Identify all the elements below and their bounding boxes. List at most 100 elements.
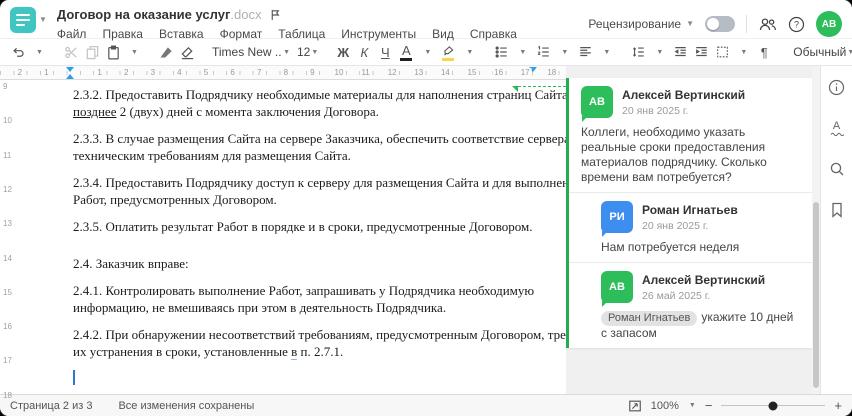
undo-dropdown[interactable]: ▼	[29, 41, 49, 63]
zoom-in-button[interactable]: +	[834, 399, 842, 412]
highlight-dropdown[interactable]: ▼	[459, 41, 479, 63]
review-toggle[interactable]	[705, 16, 735, 32]
menu-item[interactable]: Инструменты	[341, 27, 416, 41]
menu-bar: Файл Правка Вставка Формат Таблица Инструмент…	[57, 27, 517, 41]
comment-date: 26 май 2025 г.	[642, 290, 711, 302]
text-run: 2.4. Заказчик вправе:	[73, 256, 189, 271]
paragraph-settings-dropdown[interactable]: ▼	[733, 41, 753, 63]
document-title: Договор на оказание услуг	[56, 7, 231, 22]
ruler-number: 3	[148, 68, 158, 77]
text-run: техническим требованиям для размещения С…	[73, 148, 351, 163]
help-icon[interactable]: ?	[788, 16, 805, 33]
content-area: 2 1 1 2 3 4 5 6 7 8 9 10 11 12 13 14 15 16 17 18 9 10 11 12 13 1…	[0, 66, 852, 400]
collaboration-users-icon[interactable]	[758, 16, 777, 33]
first-line-indent-marker[interactable]	[66, 67, 74, 72]
ruler-number: 1	[95, 68, 104, 77]
increase-indent-button[interactable]	[691, 41, 711, 63]
font-color-button[interactable]: А	[396, 41, 416, 63]
bullet-list-icon	[495, 46, 507, 58]
comments-panel: АВ Алексей Вертинский 20 янв 2025 г. Коллег…	[566, 66, 812, 394]
comment-thread-card[interactable]: АВ Алексей Вертинский 20 янв 2025 г. Коллег…	[566, 78, 812, 348]
zoom-slider[interactable]	[721, 399, 826, 413]
ruler-number: 9	[3, 82, 8, 91]
menu-item[interactable]: Вид	[432, 27, 454, 41]
paragraph[interactable]: 2.3.5. Оплатить результат Работ в порядк…	[73, 218, 536, 235]
user-avatar[interactable]: АВ	[816, 11, 842, 37]
flag-icon[interactable]	[269, 8, 282, 22]
paragraph[interactable]: 2.4.2. При обнаружении несоответствий тр…	[73, 326, 566, 360]
bookmark-icon[interactable]	[830, 202, 844, 218]
left-indent-marker[interactable]	[66, 74, 74, 79]
vertical-scrollbar[interactable]	[812, 66, 820, 394]
text-line: 2.4. Заказчик вправе:	[73, 255, 536, 272]
document-page[interactable]: 2.3.2. Предоставить Подрядчику необходим…	[18, 80, 566, 394]
bullet-list-button[interactable]	[491, 41, 511, 63]
zoom-out-button[interactable]: −	[705, 399, 713, 412]
mention-pill[interactable]: Роман Игнатьев	[601, 311, 698, 326]
paste-button[interactable]	[103, 41, 123, 63]
paragraph[interactable]: 2.4.1. Контролировать выполнение Работ, …	[73, 282, 536, 316]
menu-item[interactable]: Формат	[220, 27, 263, 41]
comment-item[interactable]: АВ Алексей Вертинский 20 янв 2025 г. Коллег…	[569, 78, 812, 192]
vertical-ruler[interactable]: 9 10 11 12 13 14 15 16 17 18	[0, 80, 18, 400]
comment-avatar: АВ	[581, 86, 613, 122]
line-spacing-icon	[632, 47, 644, 57]
app-menu-button[interactable]: ▼	[10, 7, 47, 33]
zoom-value[interactable]: 100%	[651, 400, 679, 412]
review-mode-dropdown[interactable]: Рецензирование ▼	[588, 17, 694, 31]
page-indicator[interactable]: Страница 2 из 3	[10, 400, 92, 412]
cut-button[interactable]	[61, 41, 81, 63]
decrease-indent-button[interactable]	[670, 41, 690, 63]
chevron-down-icon: ▼	[686, 19, 694, 28]
line-spacing-dropdown[interactable]: ▼	[649, 41, 669, 63]
document-text: 2.3.2. Предоставить Подрядчику необходим…	[73, 86, 566, 360]
comment-item[interactable]: РИ Роман Игнатьев 20 янв 2025 г. Нам потреб…	[569, 192, 812, 262]
nonprinting-chars-button[interactable]: ¶	[754, 41, 774, 63]
paragraph-style-select[interactable]: Обычный ▼	[790, 41, 852, 63]
clear-style-button[interactable]	[177, 41, 197, 63]
align-button[interactable]	[575, 41, 595, 63]
paragraph[interactable]: 2.3.2. Предоставить Подрядчику необходим…	[73, 86, 566, 120]
spellcheck-icon[interactable]: А	[830, 121, 844, 136]
menu-item[interactable]: Вставка	[159, 27, 204, 41]
undo-button[interactable]	[8, 41, 28, 63]
menu-item[interactable]: Правка	[102, 27, 143, 41]
menu-item[interactable]: Таблица	[278, 27, 325, 41]
underline-button[interactable]: Ч	[375, 41, 395, 63]
font-color-dropdown[interactable]: ▼	[417, 41, 437, 63]
ruler-number: 5	[201, 68, 211, 77]
zoom-slider-knob[interactable]	[768, 401, 778, 410]
paragraph-settings-button[interactable]	[712, 41, 732, 63]
text-line: 2.4.2. При обнаружении несоответствий тр…	[73, 326, 566, 343]
comment-item[interactable]: АВ Алексей Вертинский 26 май 2025 г. Роман …	[569, 262, 812, 348]
fit-width-icon[interactable]	[628, 399, 642, 413]
paragraph[interactable]: 2.3.4. Предоставить Подрядчику доступ к …	[73, 174, 566, 208]
highlighter-icon	[443, 45, 454, 56]
formatting-toolbar: ▼ ▼ Times New ... ▼ 12 ▼ Ж К Ч А ▼ ▼ ▼ ▼ ▼…	[0, 38, 852, 66]
bullet-list-dropdown[interactable]: ▼	[512, 41, 532, 63]
horizontal-ruler[interactable]: 2 1 1 2 3 4 5 6 7 8 9 10 11 12 13 14 15 16 17 18	[0, 66, 566, 80]
info-icon[interactable]	[828, 79, 845, 96]
comment-meta: Алексей Вертинский 20 янв 2025 г.	[622, 86, 745, 118]
font-size-select[interactable]: 12 ▼	[294, 41, 321, 63]
numbered-list-dropdown[interactable]: ▼	[554, 41, 574, 63]
bold-button[interactable]: Ж	[333, 41, 353, 63]
numbered-list-button[interactable]	[533, 41, 553, 63]
zoom-dropdown[interactable]: ▼	[689, 402, 696, 409]
paste-dropdown[interactable]: ▼	[124, 41, 144, 63]
ruler-number: 14	[3, 253, 12, 263]
format-painter-button[interactable]	[156, 41, 176, 63]
align-dropdown[interactable]: ▼	[596, 41, 616, 63]
paragraph[interactable]: 2.4. Заказчик вправе:	[73, 255, 536, 272]
paragraph[interactable]: 2.3.3. В случае размещения Сайта на серв…	[73, 130, 566, 164]
text-run: 2.4.2. При обнаружении несоответствий тр…	[73, 327, 566, 342]
menu-item[interactable]: Справка	[470, 27, 517, 41]
line-spacing-button[interactable]	[628, 41, 648, 63]
italic-button[interactable]: К	[354, 41, 374, 63]
font-name-select[interactable]: Times New ... ▼	[209, 41, 293, 63]
copy-button[interactable]	[82, 41, 102, 63]
search-icon[interactable]	[829, 161, 845, 177]
menu-item[interactable]: Файл	[57, 27, 87, 41]
highlight-button[interactable]	[438, 41, 458, 63]
scrollbar-thumb[interactable]	[813, 202, 819, 388]
